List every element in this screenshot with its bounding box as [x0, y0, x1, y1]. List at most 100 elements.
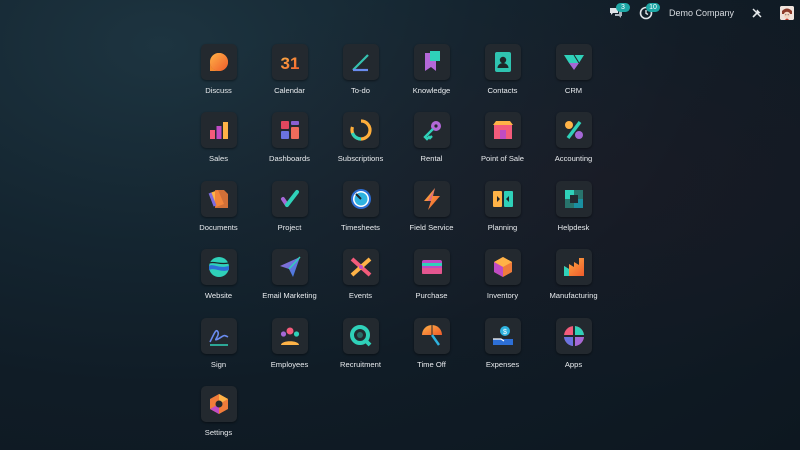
- app-tile[interactable]: [200, 317, 237, 354]
- app-tile[interactable]: [555, 112, 592, 149]
- avatar-face-icon: [780, 6, 794, 20]
- app-sign[interactable]: Sign: [183, 317, 254, 386]
- app-events[interactable]: Events: [325, 249, 396, 317]
- accounting-icon: [564, 121, 583, 140]
- app-label: Purchase: [415, 291, 448, 301]
- app-subscriptions[interactable]: Subscriptions: [325, 112, 396, 180]
- app-label: Inventory: [486, 291, 519, 301]
- app-employees[interactable]: Employees: [254, 317, 325, 386]
- app-tile[interactable]: [555, 317, 592, 354]
- app-label: Email Marketing: [262, 291, 317, 301]
- app-timesheets[interactable]: Timesheets: [325, 180, 396, 249]
- app-planning[interactable]: Planning: [467, 180, 538, 249]
- app-tile[interactable]: [555, 180, 592, 217]
- events-icon: [350, 257, 371, 277]
- app-documents[interactable]: Documents: [183, 180, 254, 249]
- app-tile[interactable]: [200, 180, 237, 217]
- employees-icon: [280, 327, 299, 345]
- svg-text:$: $: [503, 329, 507, 336]
- app-tile[interactable]: [200, 44, 237, 80]
- app-label: Point of Sale: [480, 154, 525, 164]
- app-accounting[interactable]: Accounting: [538, 112, 609, 180]
- app-email-marketing[interactable]: Email Marketing: [254, 249, 325, 317]
- app-discuss[interactable]: Discuss: [183, 44, 254, 112]
- app-apps[interactable]: Apps: [538, 317, 609, 386]
- app-tile[interactable]: [413, 317, 450, 354]
- app-tile[interactable]: [342, 180, 379, 217]
- app-rental[interactable]: Rental: [396, 112, 467, 180]
- email-marketing-icon: [279, 256, 301, 278]
- app-label: Events: [348, 291, 373, 301]
- app-label: Manufacturing: [549, 291, 598, 301]
- app-field-service[interactable]: Field Service: [396, 180, 467, 249]
- app-tile[interactable]: [342, 112, 379, 149]
- app-purchase[interactable]: Purchase: [396, 249, 467, 317]
- app-helpdesk[interactable]: Helpdesk: [538, 180, 609, 249]
- app-tile[interactable]: [413, 112, 450, 149]
- app-label: To-do: [351, 86, 370, 95]
- debug-tools-button[interactable]: [746, 2, 768, 24]
- knowledge-icon: [424, 51, 440, 71]
- app-tile[interactable]: [555, 44, 592, 80]
- purchase-icon: [421, 260, 442, 275]
- app-label: Accounting: [554, 154, 593, 164]
- app-tile[interactable]: [342, 317, 379, 354]
- app-tile[interactable]: [555, 249, 592, 286]
- app-tile[interactable]: [271, 317, 308, 354]
- app-tile[interactable]: [484, 112, 521, 149]
- app-label: Time Off: [417, 359, 446, 369]
- app-tile[interactable]: [271, 249, 308, 286]
- app-tile[interactable]: [413, 180, 450, 217]
- app-label: Apps: [564, 359, 583, 369]
- todo-icon: [351, 54, 369, 72]
- app-inventory[interactable]: Inventory: [467, 249, 538, 317]
- app-knowledge[interactable]: Knowledge: [396, 44, 467, 112]
- app-dashboards[interactable]: Dashboards: [254, 112, 325, 180]
- app-tile[interactable]: $: [484, 317, 521, 354]
- app-tile[interactable]: [200, 249, 237, 286]
- app-tile[interactable]: [200, 112, 237, 149]
- app-tile[interactable]: [200, 385, 237, 422]
- rental-icon: [422, 121, 441, 142]
- timesheets-icon: [350, 188, 371, 209]
- expenses-icon: $: [492, 325, 513, 345]
- user-avatar[interactable]: [780, 6, 794, 20]
- app-manufacturing[interactable]: Manufacturing: [538, 249, 609, 317]
- app-recruitment[interactable]: Recruitment: [325, 317, 396, 386]
- activities-button[interactable]: 10: [635, 2, 660, 24]
- app-tile[interactable]: [484, 180, 521, 217]
- app-point-of-sale[interactable]: Point of Sale: [467, 112, 538, 180]
- app-website[interactable]: Website: [183, 249, 254, 317]
- app-to-do[interactable]: To-do: [325, 44, 396, 112]
- activities-count-badge: 10: [645, 3, 660, 12]
- sign-icon: [208, 329, 228, 346]
- app-project[interactable]: Project: [254, 180, 325, 249]
- app-tile[interactable]: [342, 44, 379, 80]
- app-label: Planning: [487, 222, 518, 232]
- app-tile[interactable]: 31: [271, 44, 308, 80]
- app-calendar[interactable]: 31 Calendar: [254, 44, 325, 112]
- app-tile[interactable]: [413, 249, 450, 286]
- crm-icon: [563, 54, 584, 70]
- app-tile[interactable]: [342, 249, 379, 286]
- app-crm[interactable]: CRM: [538, 44, 609, 112]
- app-tile[interactable]: [484, 249, 521, 286]
- contacts-icon: [494, 52, 511, 72]
- app-tile[interactable]: [271, 180, 308, 217]
- dashboards-icon: [280, 121, 299, 140]
- app-label: Sales: [209, 154, 228, 164]
- documents-icon: [208, 189, 228, 208]
- app-label: Website: [204, 291, 233, 301]
- app-tile[interactable]: [413, 44, 450, 80]
- app-time-off[interactable]: Time Off: [396, 317, 467, 386]
- app-sales[interactable]: Sales: [183, 112, 254, 180]
- settings-icon: [209, 393, 228, 414]
- messages-button[interactable]: 3: [605, 2, 630, 24]
- app-tile[interactable]: [484, 44, 521, 80]
- app-expenses[interactable]: $ Expenses: [467, 317, 538, 386]
- app-tile[interactable]: [271, 112, 308, 149]
- company-switcher[interactable]: Demo Company: [669, 8, 734, 18]
- app-contacts[interactable]: Contacts: [467, 44, 538, 112]
- app-settings[interactable]: Settings: [183, 385, 254, 450]
- app-label: Documents: [199, 222, 238, 232]
